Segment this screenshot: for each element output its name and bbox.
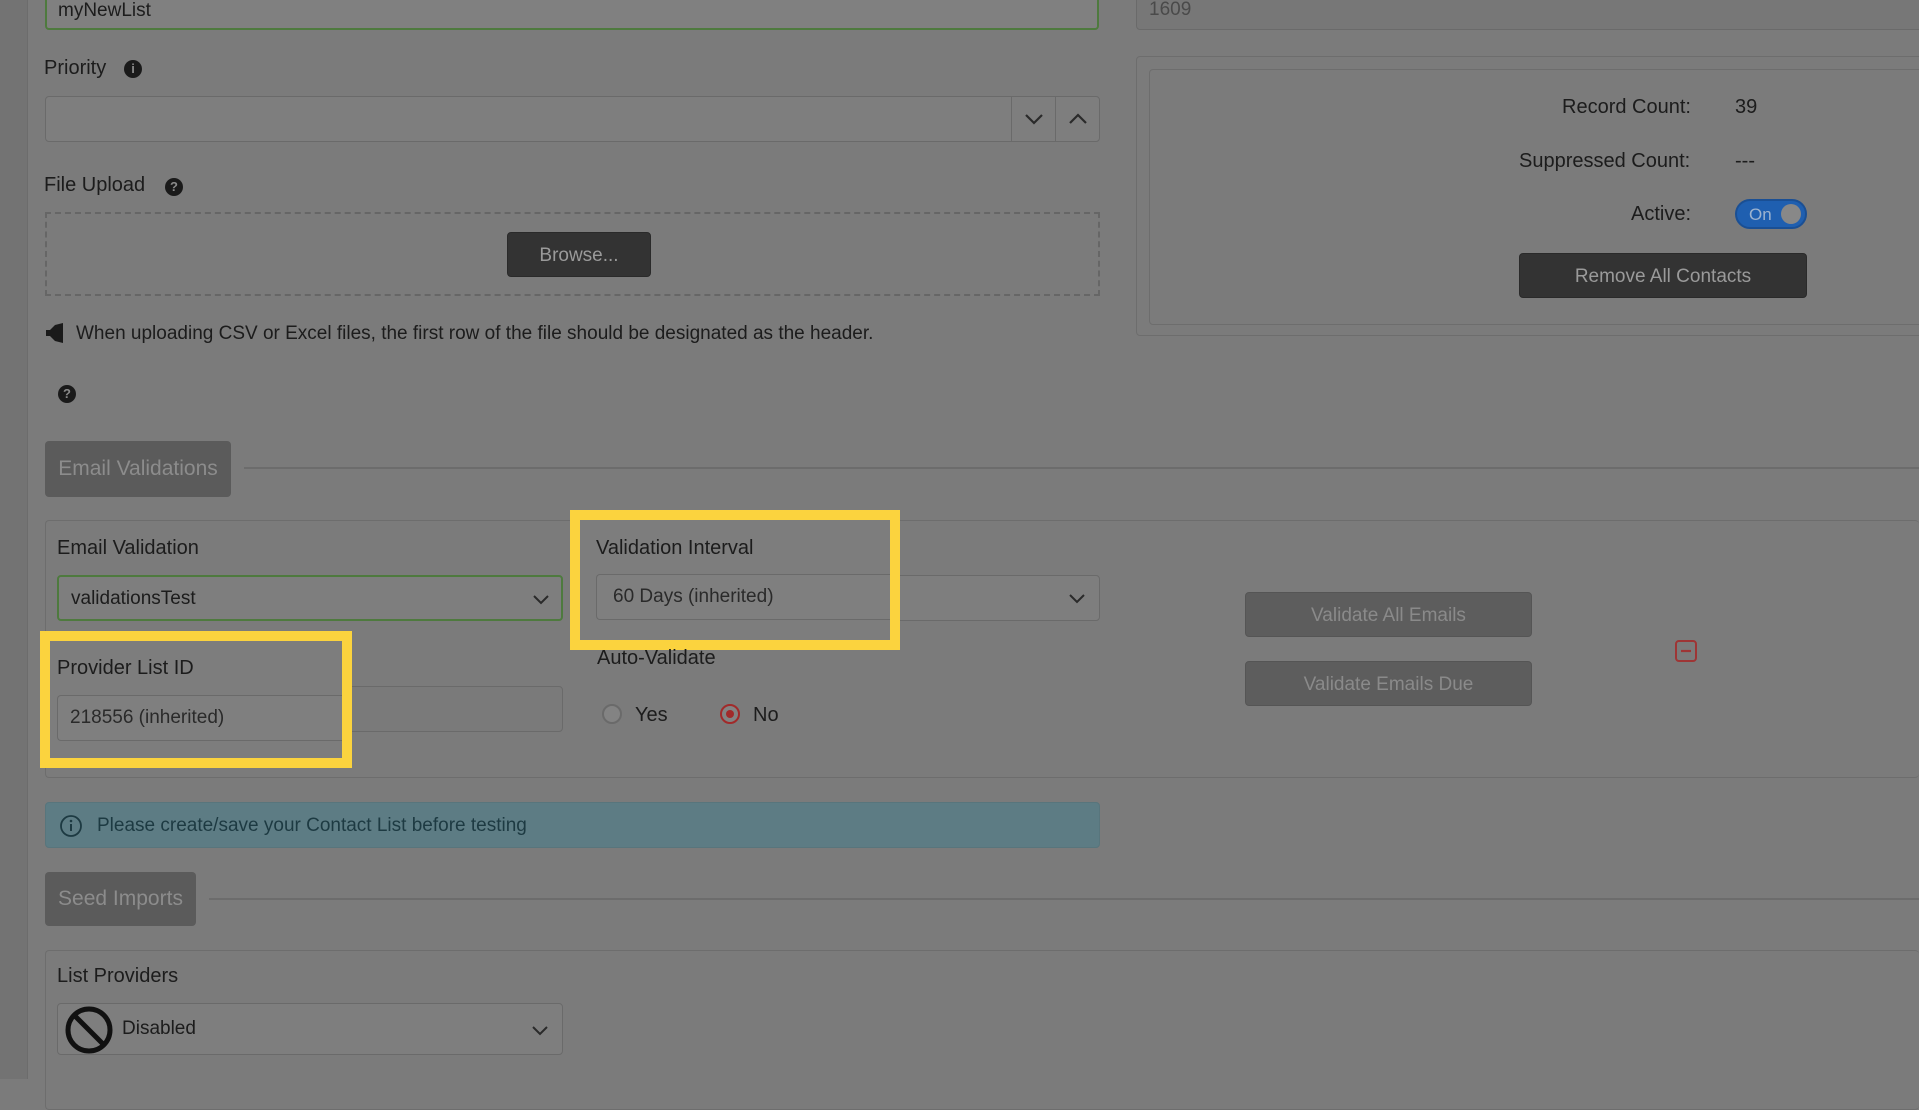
auto-validate-no-label[interactable]: No [753,704,779,727]
info-icon [60,815,82,837]
validate-emails-due-button[interactable]: Validate Emails Due [1245,661,1532,706]
help-icon[interactable]: ? [58,385,76,403]
info-alert-text: Please create/save your Contact List bef… [97,815,527,836]
section-divider [244,467,1919,469]
validation-interval-field[interactable]: 60 Days (inherited) [596,574,890,620]
email-validation-label: Email Validation [57,537,199,559]
validation-interval-label: Validation Interval [596,537,754,559]
remove-all-contacts-label: Remove All Contacts [1574,266,1752,287]
section-divider [209,898,1919,900]
megaphone-icon [46,323,63,343]
validate-emails-due-label: Validate Emails Due [1303,674,1474,695]
suppressed-count-value: --- [1735,150,1755,172]
file-upload-label: File Upload [44,174,146,196]
list-providers-value: Disabled [122,1018,196,1039]
email-validations-section-label: Email Validations [58,457,218,480]
priority-decrement-button[interactable] [1011,97,1055,141]
seed-imports-section-label: Seed Imports [58,887,183,910]
record-count-label: Record Count: [1562,96,1691,118]
record-count-value: 39 [1735,96,1758,118]
priority-label: Priority [44,57,107,79]
provider-list-id-highlight-inner: Provider List ID 218556 (inherited) [50,641,342,758]
email-validation-value: validationsTest [71,588,196,609]
browse-button[interactable]: Browse... [507,232,651,277]
auto-validate-yes-radio[interactable] [602,704,622,724]
priority-input[interactable] [45,96,1100,142]
list-name-value: myNewList [58,0,151,21]
provider-list-id-label: Provider List ID [57,657,194,679]
active-toggle[interactable]: On [1735,199,1807,229]
validate-all-emails-button[interactable]: Validate All Emails [1245,592,1532,637]
validation-interval-highlight: Validation Interval 60 Days (inherited) [570,510,900,650]
left-sidebar-edge [0,0,28,1079]
provider-list-id-input[interactable]: 218556 (inherited) [57,695,342,741]
list-id-value: 1609 [1149,0,1192,20]
validate-all-emails-label: Validate All Emails [1311,605,1466,626]
suppressed-count-label: Suppressed Count: [1519,150,1691,172]
chevron-down-icon [532,1026,548,1036]
info-alert: Please create/save your Contact List bef… [45,802,1100,848]
auto-validate-no-radio[interactable] [720,704,740,724]
auto-validate-yes-label[interactable]: Yes [635,704,668,727]
provider-list-id-highlight: Provider List ID 218556 (inherited) [40,631,352,768]
list-id-input: 1609 [1136,0,1919,30]
chevron-down-icon [1069,594,1085,604]
priority-increment-button[interactable] [1055,97,1099,141]
email-validations-section-toggle[interactable]: Email Validations [45,441,231,497]
help-icon[interactable]: ? [165,178,183,196]
upload-note-text: When uploading CSV or Excel files, the f… [76,323,874,344]
file-drop-zone[interactable]: Browse... [45,212,1100,296]
validation-interval-value: 60 Days (inherited) [613,586,774,607]
provider-list-id-value: 218556 (inherited) [70,707,225,728]
email-validation-select[interactable]: validationsTest [57,575,563,621]
validation-interval-highlight-inner: Validation Interval 60 Days (inherited) [580,520,890,640]
minus-square-icon[interactable] [1674,639,1698,663]
list-name-input[interactable]: myNewList [45,0,1099,30]
remove-all-contacts-button[interactable]: Remove All Contacts [1519,253,1807,298]
active-toggle-text: On [1749,205,1772,224]
toggle-knob [1781,204,1801,224]
disabled-icon [65,1006,113,1054]
info-icon[interactable]: i [124,60,142,78]
chevron-down-icon [533,595,549,605]
active-label: Active: [1631,203,1692,225]
list-providers-label: List Providers [57,965,179,987]
browse-label: Browse... [539,245,619,266]
seed-imports-section-toggle[interactable]: Seed Imports [45,872,196,926]
list-providers-select[interactable]: Disabled [57,1003,563,1055]
chevron-down-icon [1025,114,1043,125]
auto-validate-label: Auto-Validate [597,647,716,669]
chevron-up-icon [1069,113,1087,124]
